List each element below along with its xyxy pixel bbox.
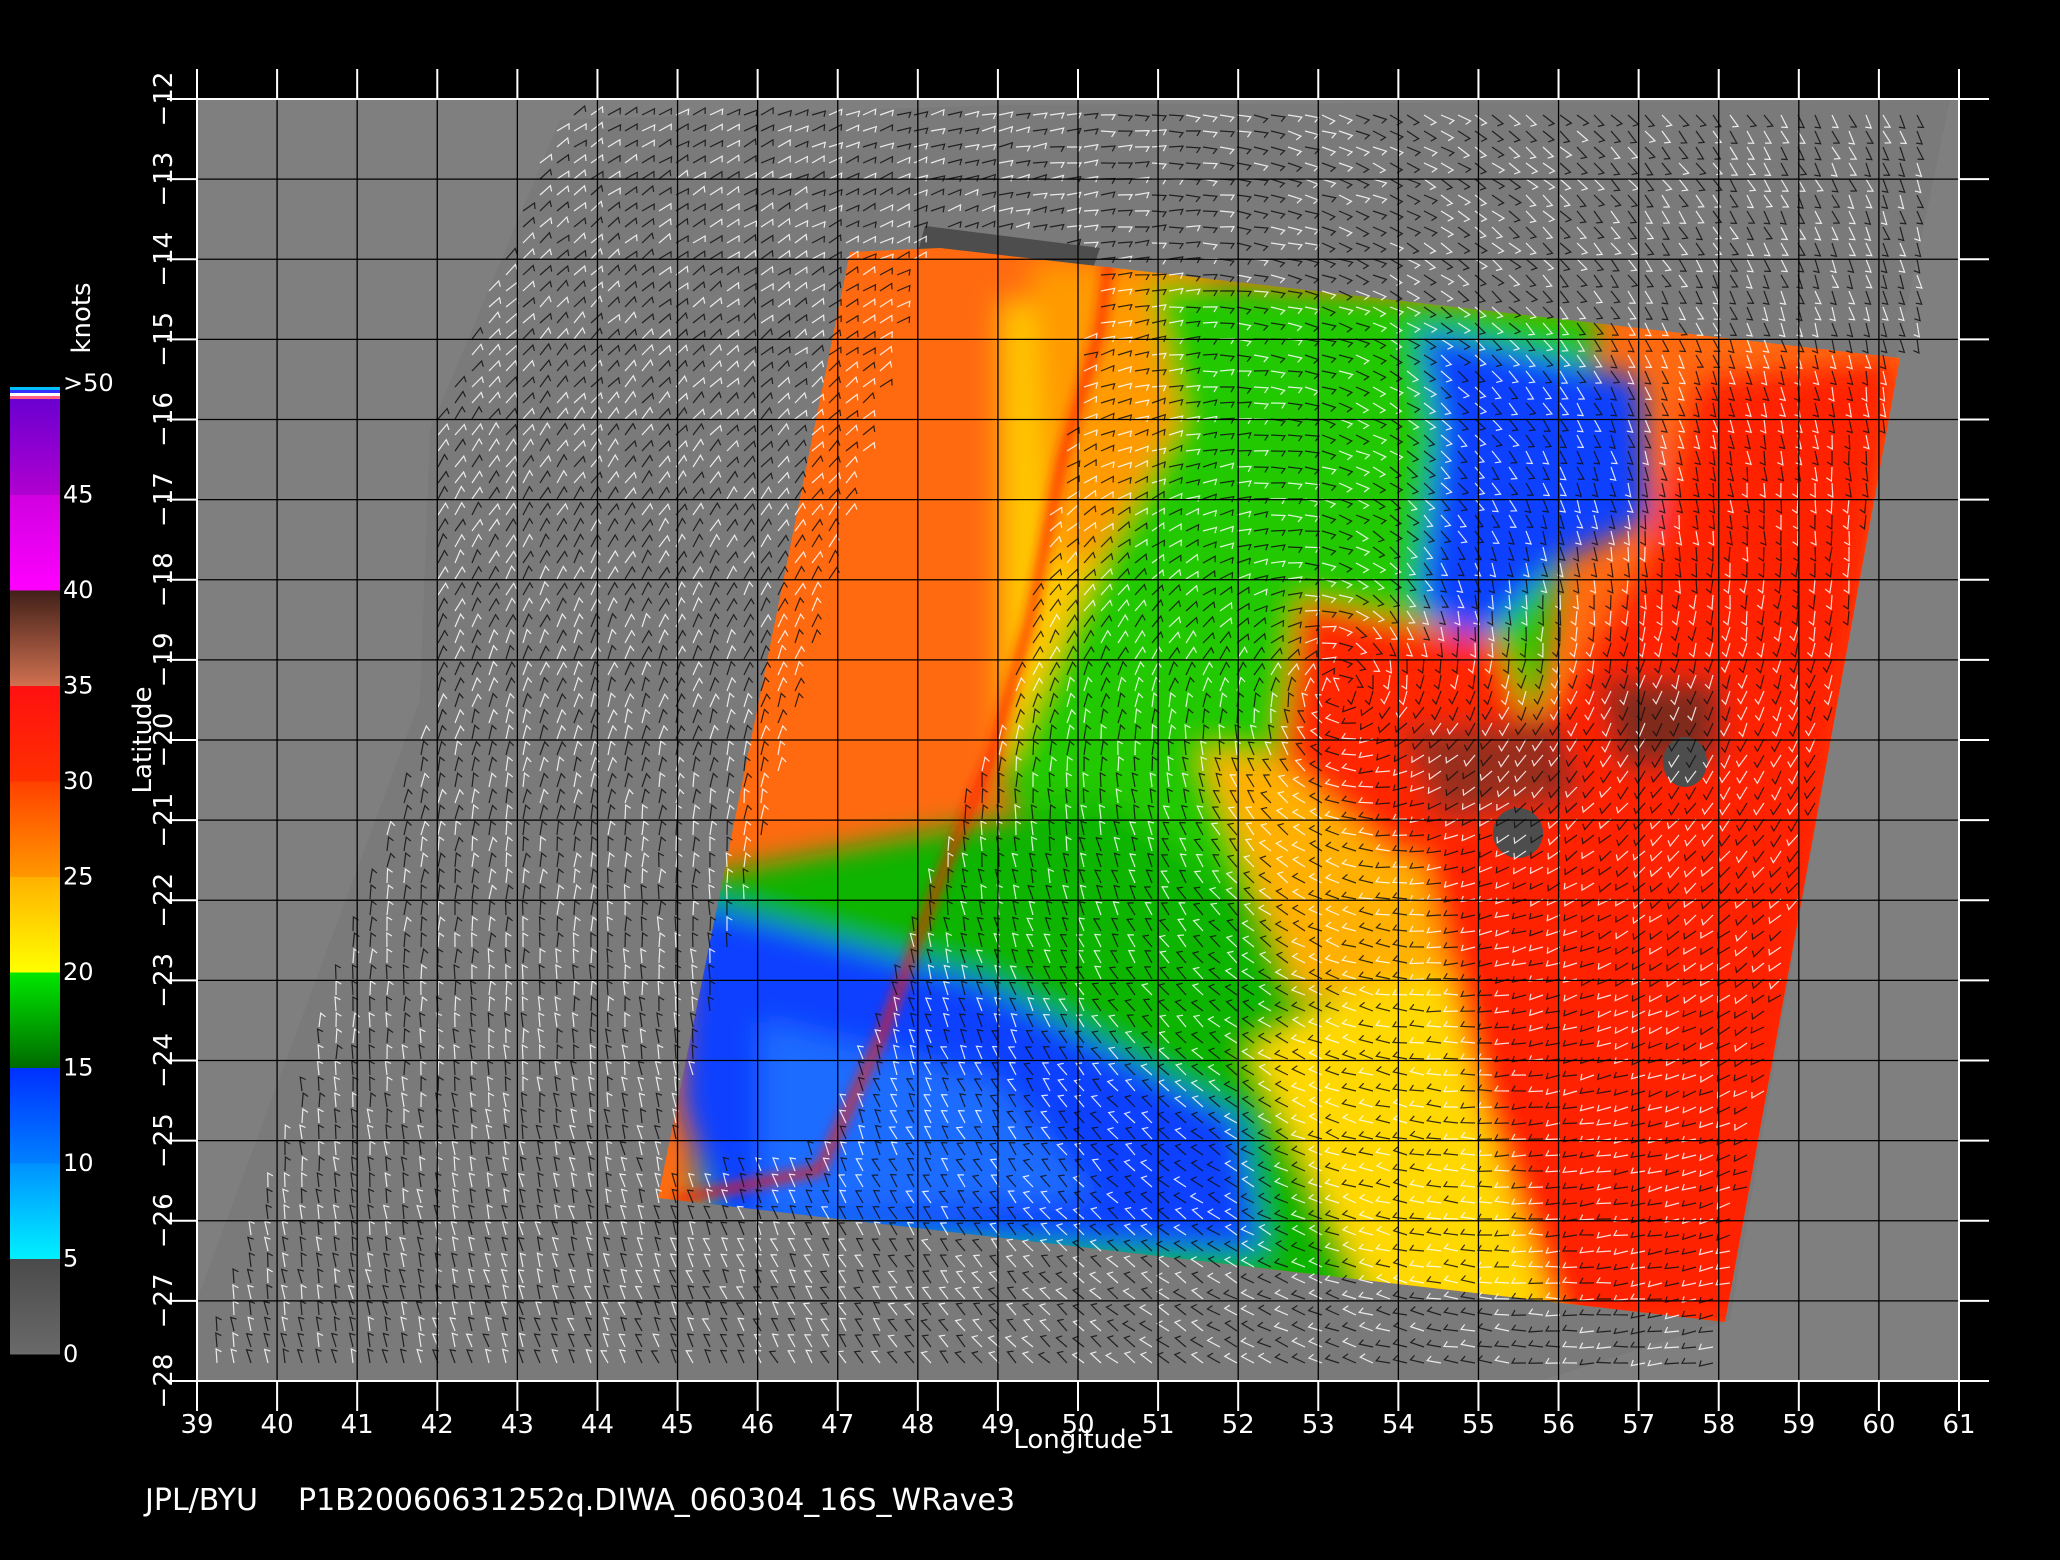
island-reunion: [1493, 808, 1543, 858]
